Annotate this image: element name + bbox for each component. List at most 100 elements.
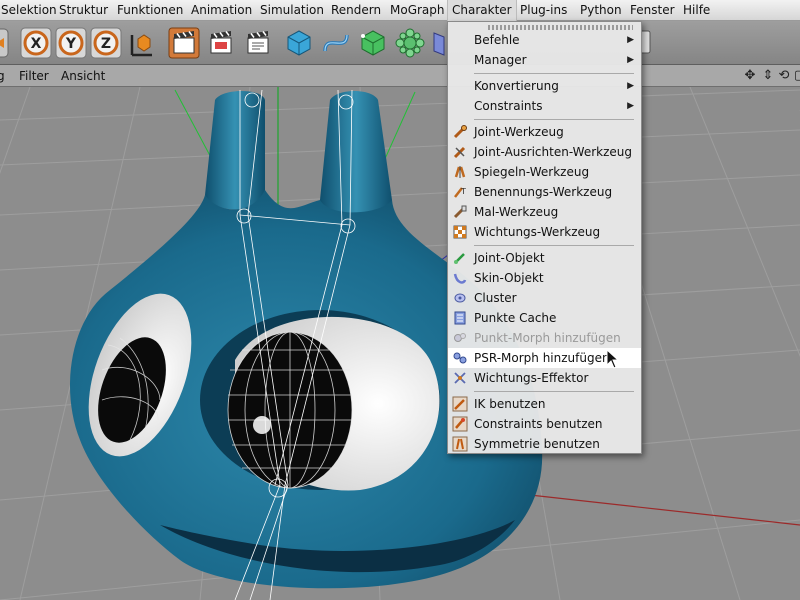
psr-morph-icon bbox=[452, 350, 468, 366]
render-view-icon[interactable] bbox=[168, 27, 200, 59]
submenu-arrow-icon: ▶ bbox=[627, 55, 634, 65]
deformer-icon[interactable] bbox=[394, 27, 426, 59]
menu-item-spiegeln-werkzeug[interactable]: Spiegeln-Werkzeug bbox=[448, 162, 641, 182]
menu-selektion[interactable]: Selektion bbox=[0, 0, 61, 21]
maximize-view-icon[interactable]: ▢ bbox=[792, 68, 800, 84]
coordinate-system-icon[interactable] bbox=[126, 27, 158, 59]
submenu-arrow-icon: ▶ bbox=[627, 81, 634, 91]
menu-item-label: Cluster bbox=[474, 291, 517, 305]
menu-item-joint-werkzeug[interactable]: Joint-Werkzeug bbox=[448, 122, 641, 142]
menu-item-label: Constraints bbox=[474, 99, 543, 113]
menu-item-ik-benutzen[interactable]: IK benutzen bbox=[448, 394, 641, 414]
menu-item-symmetrie-benutzen[interactable]: Symmetrie benutzen bbox=[448, 434, 641, 454]
menu-animation[interactable]: Animation bbox=[187, 0, 256, 21]
menu-separator bbox=[474, 73, 634, 74]
menu-item-manager[interactable]: Manager ▶ bbox=[448, 50, 641, 70]
toolbar-edge-icon bbox=[640, 27, 654, 59]
menu-separator bbox=[474, 119, 634, 120]
render-picture-viewer-icon[interactable] bbox=[205, 27, 237, 59]
axis-z-label: Z bbox=[101, 36, 111, 52]
axis-z-icon[interactable]: Z bbox=[90, 27, 122, 59]
menu-python[interactable]: Python bbox=[576, 0, 626, 21]
move-icon[interactable] bbox=[0, 27, 10, 59]
cube-icon[interactable] bbox=[283, 27, 315, 59]
menu-item-konvertierung[interactable]: Konvertierung ▶ bbox=[448, 76, 641, 96]
viewport-filter-menu[interactable]: Filter bbox=[19, 65, 49, 87]
menu-item-wichtungs-werkzeug[interactable]: Wichtungs-Werkzeug bbox=[448, 222, 641, 242]
menu-item-label: PSR-Morph hinzufügen bbox=[474, 351, 610, 365]
menu-item-label: Benennungs-Werkzeug bbox=[474, 185, 613, 199]
menu-mograph[interactable]: MoGraph bbox=[386, 0, 449, 21]
joint-object-icon bbox=[452, 250, 468, 266]
menu-item-label: Skin-Objekt bbox=[474, 271, 544, 285]
menu-charakter[interactable]: Charakter bbox=[447, 0, 517, 21]
menu-item-benennungs-werkzeug[interactable]: T Benennungs-Werkzeug bbox=[448, 182, 641, 202]
point-morph-icon bbox=[452, 330, 468, 346]
rotate-view-icon[interactable]: ⟲ bbox=[776, 68, 792, 84]
icon-toolbar: X Y Z bbox=[0, 21, 800, 65]
menu-struktur[interactable]: Struktur bbox=[55, 0, 112, 21]
menu-item-befehle[interactable]: Befehle ▶ bbox=[448, 30, 641, 50]
viewport-view-menu[interactable]: Ansicht bbox=[61, 65, 105, 87]
menu-item-mal-werkzeug[interactable]: Mal-Werkzeug bbox=[448, 202, 641, 222]
menu-item-label: Punkte Cache bbox=[474, 311, 557, 325]
menu-item-wichtungs-effektor[interactable]: Wichtungs-Effektor bbox=[448, 368, 641, 388]
3d-viewport[interactable] bbox=[0, 87, 800, 600]
nurbs-icon[interactable] bbox=[357, 27, 389, 59]
paint-tool-icon bbox=[452, 204, 468, 220]
menu-item-joint-objekt[interactable]: Joint-Objekt bbox=[448, 248, 641, 268]
menu-item-label: Constraints benutzen bbox=[474, 417, 603, 431]
menu-item-label: Symmetrie benutzen bbox=[474, 437, 600, 451]
menu-item-constraints[interactable]: Constraints ▶ bbox=[448, 96, 641, 116]
axis-y-icon[interactable]: Y bbox=[55, 27, 87, 59]
viewport-header: g Filter Ansicht ✥ ⇕ ⟲ ▢ bbox=[0, 65, 800, 87]
move-view-icon[interactable]: ✥ bbox=[742, 68, 758, 84]
charakter-dropdown-menu: Befehle ▶ Manager ▶ Konvertierung ▶ Cons… bbox=[447, 21, 642, 454]
menu-separator bbox=[474, 245, 634, 246]
menu-item-label: Joint-Ausrichten-Werkzeug bbox=[474, 145, 632, 159]
menu-item-label: Manager bbox=[474, 53, 527, 67]
x-axis-line bbox=[529, 494, 800, 526]
menu-item-label: Punkt-Morph hinzufügen bbox=[474, 331, 621, 345]
spline-icon[interactable] bbox=[320, 27, 352, 59]
menu-item-cluster[interactable]: Cluster bbox=[448, 288, 641, 308]
menu-hilfe[interactable]: Hilfe bbox=[679, 0, 714, 21]
weight-tool-icon bbox=[452, 224, 468, 240]
menu-item-constraints-benutzen[interactable]: Constraints benutzen bbox=[448, 414, 641, 434]
point-cache-icon bbox=[452, 310, 468, 326]
menu-item-label: Spiegeln-Werkzeug bbox=[474, 165, 590, 179]
menu-fenster[interactable]: Fenster bbox=[626, 0, 679, 21]
axis-x-label: X bbox=[31, 36, 42, 52]
weight-effector-icon bbox=[452, 370, 468, 386]
menu-item-label: Mal-Werkzeug bbox=[474, 205, 559, 219]
zoom-view-icon[interactable]: ⇕ bbox=[760, 68, 776, 84]
use-ik-icon bbox=[452, 396, 468, 412]
submenu-arrow-icon: ▶ bbox=[627, 35, 634, 45]
axis-y-label: Y bbox=[65, 36, 77, 52]
use-symmetry-icon bbox=[452, 436, 468, 452]
viewport-scene bbox=[0, 87, 800, 600]
menu-simulation[interactable]: Simulation bbox=[256, 0, 328, 21]
mouse-cursor-icon bbox=[606, 349, 620, 369]
joint-tool-icon bbox=[452, 124, 468, 140]
axis-x-icon[interactable]: X bbox=[20, 27, 52, 59]
viewport-menu-edge: g bbox=[0, 69, 5, 83]
menu-item-punkte-cache[interactable]: Punkte Cache bbox=[448, 308, 641, 328]
menu-plugins[interactable]: Plug-ins bbox=[516, 0, 571, 21]
menu-item-label: Konvertierung bbox=[474, 79, 559, 93]
joint-align-tool-icon bbox=[452, 144, 468, 160]
svg-text:T: T bbox=[460, 187, 466, 196]
skin-object-icon bbox=[452, 270, 468, 286]
menu-separator bbox=[474, 391, 634, 392]
menu-item-punkt-morph-hinzufuegen[interactable]: Punkt-Morph hinzufügen bbox=[448, 328, 641, 348]
bone-guide-left bbox=[174, 89, 216, 166]
submenu-arrow-icon: ▶ bbox=[627, 101, 634, 111]
naming-tool-icon: T bbox=[452, 184, 468, 200]
menu-item-label: Wichtungs-Effektor bbox=[474, 371, 589, 385]
menu-item-joint-ausrichten-werkzeug[interactable]: Joint-Ausrichten-Werkzeug bbox=[448, 142, 641, 162]
menu-funktionen[interactable]: Funktionen bbox=[113, 0, 187, 21]
menu-item-skin-objekt[interactable]: Skin-Objekt bbox=[448, 268, 641, 288]
menu-rendern[interactable]: Rendern bbox=[327, 0, 385, 21]
render-settings-icon[interactable] bbox=[242, 27, 274, 59]
use-constraints-icon bbox=[452, 416, 468, 432]
